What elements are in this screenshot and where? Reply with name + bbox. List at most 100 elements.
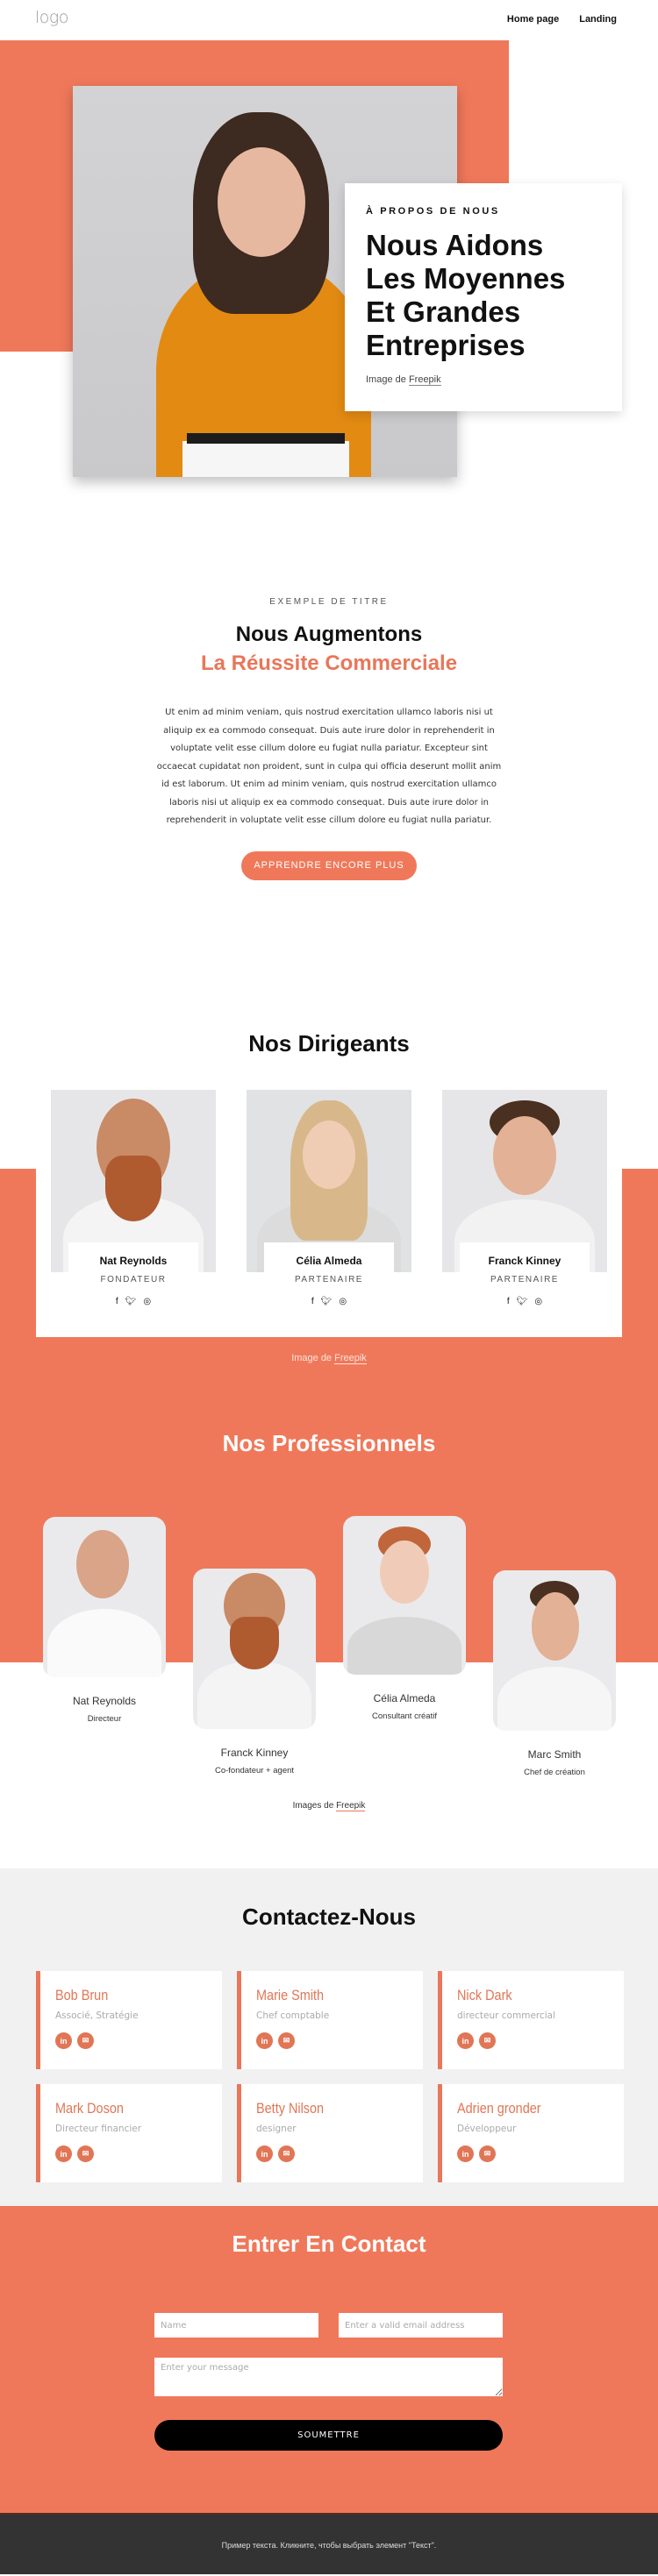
contact-name: Adrien gronder [457, 2100, 541, 2117]
nav-landing[interactable]: Landing [579, 14, 617, 25]
leader-photo [442, 1090, 607, 1272]
form-title: Entrer En Contact [232, 2231, 426, 2257]
leader-name: Nat Reynolds [99, 1255, 168, 1267]
contact-role: directeur commercial [457, 2010, 556, 2021]
hero-section: À PROPOS DE NOUS Nous Aidons Les Moyenne… [0, 40, 658, 496]
email-icon[interactable]: ✉ [479, 2145, 496, 2162]
professional-card: Franck Kinney Co-fondateur + agent [193, 1569, 316, 1775]
contact-name: Betty Nilson [256, 2100, 325, 2117]
leader-card: Célia Almeda PARTENAIRE f 🐦︎ ◎ [247, 1090, 411, 1306]
nav-home-page[interactable]: Home page [507, 14, 559, 25]
name-input[interactable] [154, 2313, 318, 2338]
facebook-icon[interactable]: f [116, 1297, 118, 1306]
hero-title: Nous Aidons Les Moyennes Et Grandes Entr… [366, 229, 566, 361]
contact-card: Betty Nilson designer in ✉ [237, 2084, 423, 2182]
leader-photo [51, 1090, 216, 1272]
linkedin-icon[interactable]: in [457, 2032, 474, 2049]
professional-name: Nat Reynolds [72, 1695, 137, 1707]
professional-role: Chef de création [524, 1768, 585, 1777]
professional-photo [193, 1569, 316, 1729]
freepik-link[interactable]: Freepik [408, 374, 441, 386]
leaders-title: Nos Dirigeants [248, 1030, 410, 1057]
contact-card: Bob Brun Associé, Stratégie in ✉ [36, 1971, 222, 2069]
contact-role: Développeur [457, 2124, 517, 2134]
credit-prefix: Image de [291, 1353, 333, 1363]
footer-text[interactable]: Пример текста. Кликните, чтобы выбрать э… [222, 2541, 437, 2550]
freepik-link[interactable]: Freepik [334, 1353, 367, 1364]
professionals-image-credit: Images de Freepik [0, 1801, 658, 1811]
email-icon[interactable]: ✉ [77, 2145, 94, 2162]
contact-card: Marie Smith Chef comptable in ✉ [237, 1971, 423, 2069]
twitter-icon[interactable]: 🐦︎ [125, 1297, 137, 1306]
credit-prefix: Image de [366, 374, 406, 385]
intro-title: Nous Augmentons [235, 623, 423, 646]
leader-card: Nat Reynolds FONDATEUR f 🐦︎ ◎ [51, 1090, 216, 1306]
freepik-link[interactable]: Freepik [336, 1801, 366, 1811]
instagram-icon[interactable]: ◎ [143, 1297, 151, 1306]
leader-role: PARTENAIRE [295, 1275, 363, 1284]
contact-card: Mark Doson Directeur financier in ✉ [36, 2084, 222, 2182]
leader-name: Célia Almeda [296, 1255, 362, 1267]
email-icon[interactable]: ✉ [278, 2032, 295, 2049]
professional-card: Nat Reynolds Directeur [43, 1517, 166, 1724]
instagram-icon[interactable]: ◎ [339, 1297, 347, 1306]
contact-role: Directeur financier [55, 2124, 142, 2134]
twitter-icon[interactable]: 🐦︎ [321, 1297, 333, 1306]
email-input[interactable] [339, 2313, 503, 2338]
contact-role: Associé, Stratégie [55, 2010, 139, 2021]
footer: Пример текста. Кликните, чтобы выбрать э… [0, 2513, 658, 2574]
professional-photo [493, 1570, 616, 1731]
professionals-section: Nos Professionnels Nat Reynolds Directeu… [0, 1386, 658, 1868]
leaders-image-credit: Image de Freepik [0, 1353, 658, 1364]
professional-role: Directeur [87, 1714, 122, 1724]
contact-form-section: Entrer En Contact SOUMETTRE [0, 2206, 658, 2513]
instagram-icon[interactable]: ◎ [534, 1297, 542, 1306]
contacts-section: Contactez-Nous Bob Brun Associé, Stratég… [0, 1868, 658, 2206]
main-nav: Home page Landing [507, 14, 617, 25]
about-eyebrow: À PROPOS DE NOUS [366, 206, 500, 217]
linkedin-icon[interactable]: in [256, 2145, 273, 2162]
linkedin-icon[interactable]: in [457, 2145, 474, 2162]
contact-name: Mark Doson [55, 2100, 124, 2117]
professional-photo [343, 1516, 466, 1675]
professional-role: Consultant créatif [372, 1711, 437, 1721]
linkedin-icon[interactable]: in [256, 2032, 273, 2049]
contact-name: Bob Brun [55, 1987, 109, 2003]
leader-social-links: f 🐦︎ ◎ [51, 1297, 216, 1306]
contact-name: Marie Smith [256, 1987, 325, 2003]
professional-role: Co-fondateur + agent [214, 1766, 295, 1775]
about-card: À PROPOS DE NOUS Nous Aidons Les Moyenne… [345, 183, 622, 411]
professional-card: Célia Almeda Consultant créatif [343, 1516, 466, 1721]
leader-social-links: f 🐦︎ ◎ [442, 1297, 607, 1306]
logo[interactable]: logo [35, 8, 68, 27]
professional-card: Marc Smith Chef de création [493, 1570, 616, 1777]
linkedin-icon[interactable]: in [55, 2145, 72, 2162]
leader-social-links: f 🐦︎ ◎ [247, 1297, 411, 1306]
professional-photo [43, 1517, 166, 1677]
email-icon[interactable]: ✉ [479, 2032, 496, 2049]
professional-name: Franck Kinney [220, 1747, 289, 1759]
email-icon[interactable]: ✉ [77, 2032, 94, 2049]
contact-name: Nick Dark [457, 1987, 512, 2003]
intro-subtitle: La Réussite Commerciale [200, 651, 458, 675]
twitter-icon[interactable]: 🐦︎ [517, 1297, 528, 1306]
facebook-icon[interactable]: f [311, 1297, 314, 1306]
contact-role: Chef comptable [256, 2010, 330, 2021]
leader-role: PARTENAIRE [490, 1275, 559, 1284]
intro-section: EXEMPLE DE TITRE Nous Augmentons La Réus… [0, 597, 658, 1009]
professional-name: Marc Smith [527, 1748, 582, 1761]
site-header: logo Home page Landing [0, 0, 658, 40]
contacts-title: Contactez-Nous [242, 1904, 416, 1930]
learn-more-button[interactable]: APPRENDRE ENCORE PLUS [241, 850, 417, 880]
professionals-title: Nos Professionnels [222, 1430, 436, 1456]
intro-paragraph: Ut enim ad minim veniam, quis nostrud ex… [156, 708, 502, 825]
contact-role: designer [256, 2124, 297, 2134]
image-credit: Image de Freepik [366, 374, 601, 386]
leaders-section: Nos Dirigeants Nat Reynolds FONDATEUR f … [0, 1009, 658, 1386]
facebook-icon[interactable]: f [507, 1297, 510, 1306]
linkedin-icon[interactable]: in [55, 2032, 72, 2049]
leader-photo [247, 1090, 411, 1272]
email-icon[interactable]: ✉ [278, 2145, 295, 2162]
professional-name: Célia Almeda [373, 1692, 436, 1704]
message-input[interactable] [154, 2358, 503, 2396]
